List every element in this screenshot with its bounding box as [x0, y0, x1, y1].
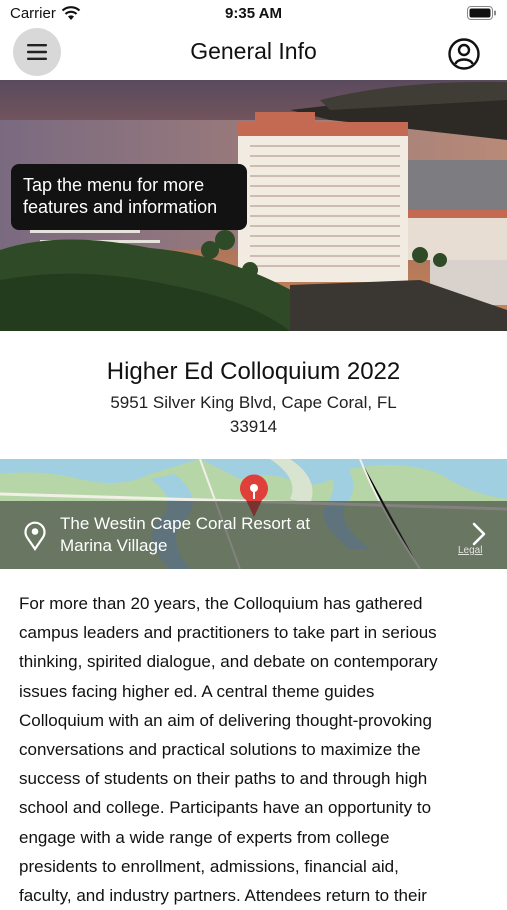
- description-line: faculty, and industry partners. Attendee…: [19, 886, 427, 906]
- description-line: conversations and practical solutions to…: [19, 740, 421, 760]
- description-line: Colloquium with an aim of delivering tho…: [19, 710, 432, 730]
- status-bar: Carrier 9:35 AM: [0, 0, 507, 28]
- map-legal-link[interactable]: Legal: [458, 545, 482, 556]
- page-title: General Info: [190, 38, 317, 64]
- hero-image: Tap the menu for more features and infor…: [0, 80, 507, 331]
- description-line: school and college. Participants have an…: [19, 798, 432, 818]
- description-line: issues facing higher ed. A central theme…: [19, 681, 375, 701]
- tooltip-line: Tap the menu for more: [23, 175, 205, 195]
- venue-map[interactable]: The Westin Cape Coral Resort at Marina V…: [0, 459, 507, 569]
- event-title: Higher Ed Colloquium 2022: [106, 358, 401, 385]
- venue-name[interactable]: The Westin Cape Coral Resort at Marina V…: [60, 513, 390, 557]
- profile-icon[interactable]: [447, 37, 481, 71]
- description-line: thinking, spirited dialogue, and debate …: [19, 652, 438, 672]
- location-pin-icon: [24, 521, 46, 551]
- tooltip-line: features and information: [23, 197, 218, 217]
- description-line: campus leaders and practitioners to take…: [19, 623, 437, 643]
- address-line: 33914: [229, 417, 278, 436]
- status-time: 9:35 AM: [225, 5, 282, 22]
- description-line: success of students on their paths to an…: [19, 769, 428, 789]
- event-description: For more than 20 years, the Colloquium h…: [19, 589, 494, 910]
- address-line: 5951 Silver King Blvd, Cape Coral, FL: [110, 393, 397, 412]
- chevron-right-icon[interactable]: [471, 521, 487, 547]
- navigation-bar: General Info: [0, 28, 507, 80]
- description-line: presidents to enrollment, admissions, fi…: [19, 856, 399, 876]
- description-line: engage with a wide range of experts from…: [19, 827, 390, 847]
- battery-icon: [467, 6, 496, 20]
- venue-name-line: Marina Village: [60, 536, 168, 555]
- description-line: For more than 20 years, the Colloquium h…: [19, 594, 423, 613]
- menu-hint-tooltip: Tap the menu for more features and infor…: [11, 164, 247, 230]
- venue-name-line: The Westin Cape Coral Resort at: [60, 514, 311, 533]
- event-address[interactable]: 5951 Silver King Blvd, Cape Coral, FL 33…: [70, 391, 437, 439]
